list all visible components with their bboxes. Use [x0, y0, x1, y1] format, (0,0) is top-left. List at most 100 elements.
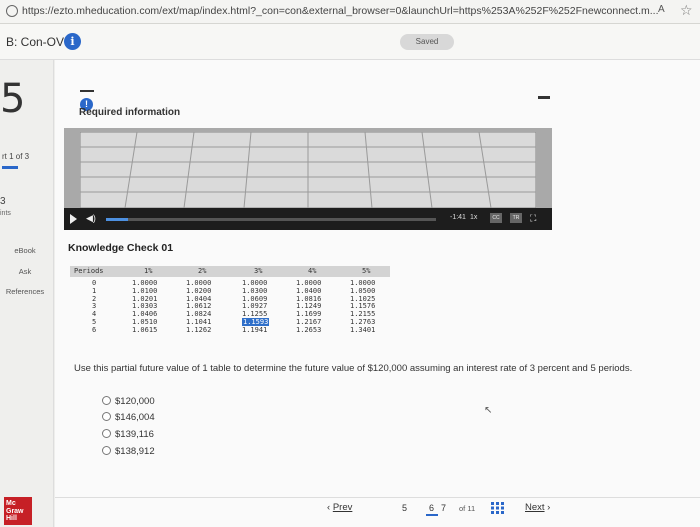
table-cell: 1.1941 — [242, 325, 268, 334]
table-cell: 1.0612 — [186, 302, 212, 311]
lock-icon — [6, 5, 18, 17]
table-cell: 1.1249 — [296, 302, 322, 311]
fullscreen-icon[interactable]: ⛶ — [530, 213, 536, 224]
star-icon[interactable]: ☆ — [680, 2, 693, 19]
table-cell: 3 — [92, 302, 97, 311]
footer-nav: ‹ Prev 5 6 7 of 11 Next › — [55, 497, 700, 527]
collapse-icon[interactable] — [538, 96, 550, 99]
transcript-button[interactable]: TR — [510, 213, 522, 223]
table-cell: 1.0000 — [132, 279, 158, 287]
table-cell: 1.1041 — [186, 318, 212, 326]
video-scrubber[interactable] — [106, 218, 436, 221]
table-cell: 1.0927 — [242, 302, 268, 311]
prev-button[interactable]: ‹ Prev — [327, 502, 352, 513]
page-link[interactable]: 5 — [402, 503, 407, 513]
table-cell: 1.2653 — [296, 325, 322, 334]
page-link[interactable]: 7 — [441, 503, 446, 513]
table-cell: 1 — [92, 286, 97, 295]
table-cell: 1.0300 — [242, 286, 268, 295]
table-cell: 1.0510 — [132, 318, 158, 326]
table-cell: 6 — [92, 325, 97, 334]
mouse-cursor-icon: ↖ — [484, 405, 493, 416]
table-cell: 1.0500 — [350, 286, 376, 295]
table-cell: 1.0000 — [296, 279, 322, 287]
table-cell: 1.1262 — [186, 325, 212, 334]
table-header-cell: 4% — [308, 267, 317, 275]
next-button[interactable]: Next › — [525, 502, 550, 513]
table-header-cell: 3% — [254, 267, 263, 275]
table-cell: 1.0609 — [242, 294, 268, 303]
page-count: of 11 — [459, 504, 476, 513]
table-cell: 1.1576 — [350, 302, 376, 311]
table-cell: 1.1699 — [296, 310, 322, 319]
table-cell: 1.2167 — [296, 318, 322, 326]
answer-option[interactable]: $138,912 — [102, 446, 155, 457]
points-label: ints — [0, 210, 11, 217]
part-progress-bar — [2, 166, 18, 169]
answer-option[interactable]: $146,004 — [102, 412, 155, 423]
required-divider — [80, 90, 94, 92]
references-button[interactable]: References — [0, 283, 50, 301]
page-link-current[interactable]: 6 — [429, 503, 434, 513]
video-grid-frame — [80, 132, 536, 208]
radio-button[interactable] — [102, 396, 111, 405]
table-cell: 1.3401 — [350, 325, 376, 334]
table-cell: 1.0200 — [186, 286, 212, 295]
browser-url-bar[interactable]: https://ezto.mheducation.com/ext/map/ind… — [0, 0, 700, 24]
table-cell: 1.0100 — [132, 286, 158, 295]
table-cell: 1.0000 — [186, 279, 212, 287]
table-cell: 0 — [92, 279, 97, 287]
mcgraw-hill-logo: Mc Graw Hill — [4, 497, 32, 525]
video-progress — [106, 218, 128, 221]
table-cell: 4 — [92, 310, 97, 319]
table-cell: 1.0406 — [132, 310, 158, 319]
table-cell: 1.0404 — [186, 294, 212, 303]
radio-button[interactable] — [102, 446, 111, 455]
table-cell: 1.0303 — [132, 302, 158, 311]
table-cell: 2 — [92, 294, 97, 303]
part-indicator: rt 1 of 3 — [2, 152, 30, 161]
table-cell: 1.1255 — [242, 310, 268, 319]
assignment-title: B: Con-OV — [6, 35, 65, 49]
grid-view-icon[interactable] — [491, 502, 505, 514]
table-cell: 1.1025 — [350, 294, 376, 303]
app-header: B: Con-OV i Saved — [0, 24, 700, 60]
captions-button[interactable]: CC — [490, 213, 502, 223]
saved-badge: Saved — [400, 34, 454, 50]
points-value: 3 — [0, 196, 6, 207]
table-cell: 1.0615 — [132, 325, 158, 334]
table-cell: 1.0816 — [296, 294, 322, 303]
question-number: 5 — [0, 76, 26, 122]
reader-view-icon[interactable]: A — [658, 4, 665, 15]
playback-speed-button[interactable]: 1x — [470, 214, 477, 221]
table-cell: 1.0400 — [296, 286, 322, 295]
table-cell: 1.0000 — [350, 279, 376, 287]
table-header-cell: 2% — [198, 267, 207, 275]
table-cell: 5 — [92, 318, 97, 326]
table-cell: 1.0000 — [242, 279, 268, 287]
table-cell: 1.2155 — [350, 310, 376, 319]
table-cell: 1.0201 — [132, 294, 158, 303]
table-header-cell: 5% — [362, 267, 371, 275]
table-cell: 1.0824 — [186, 310, 212, 319]
required-information-label: Required information — [79, 107, 181, 118]
video-controls: ◀) -1:41 1x CC TR ⛶ — [64, 208, 552, 230]
radio-button[interactable] — [102, 429, 111, 438]
url-text[interactable]: https://ezto.mheducation.com/ext/map/ind… — [22, 5, 662, 17]
table-cell: 1.1593 — [242, 318, 270, 326]
answer-option[interactable]: $120,000 — [102, 396, 155, 407]
answer-option[interactable]: $139,116 — [102, 429, 154, 440]
radio-button[interactable] — [102, 412, 111, 421]
table-header-cell: Periods — [74, 267, 104, 275]
video-time: -1:41 — [450, 214, 466, 221]
table-header — [70, 266, 390, 277]
knowledge-check-title: Knowledge Check 01 — [68, 242, 174, 254]
ask-button[interactable]: Ask — [0, 263, 50, 281]
info-icon[interactable]: i — [64, 33, 81, 50]
table-cell: 1.2763 — [350, 318, 376, 326]
table-header-cell: 1% — [144, 267, 153, 275]
ebook-button[interactable]: eBook — [0, 242, 50, 260]
volume-icon[interactable]: ◀) — [86, 213, 96, 224]
question-text: Use this partial future value of 1 table… — [74, 363, 633, 374]
play-icon[interactable] — [70, 214, 77, 224]
